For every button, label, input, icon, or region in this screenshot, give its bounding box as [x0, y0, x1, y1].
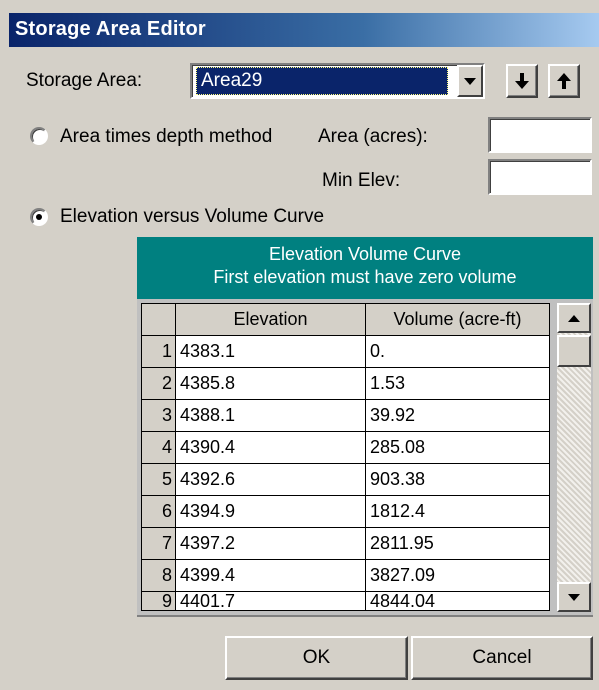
grid-title-line2: First elevation must have zero volume: [213, 267, 517, 287]
storage-area-label: Storage Area:: [26, 70, 143, 91]
row-number[interactable]: 6: [141, 495, 176, 528]
volume-cell[interactable]: 0.: [365, 335, 550, 368]
storage-area-selected: Area29: [196, 67, 448, 95]
elevation-cell[interactable]: 4388.1: [175, 399, 366, 432]
elevation-cell[interactable]: 4385.8: [175, 367, 366, 400]
row-number[interactable]: 9: [141, 591, 176, 611]
elevation-cell[interactable]: 4392.6: [175, 463, 366, 496]
scroll-down-button[interactable]: [557, 582, 591, 612]
grid-title: Elevation Volume Curve First elevation m…: [137, 237, 593, 299]
min-elev-label: Min Elev:: [322, 170, 401, 191]
corner-header: [141, 303, 176, 336]
elevation-cell[interactable]: 4399.4: [175, 559, 366, 592]
elevation-cell[interactable]: 4390.4: [175, 431, 366, 464]
elevation-volume-radio[interactable]: [30, 208, 48, 226]
table-row: 2 4385.8 1.53: [141, 367, 550, 400]
arrow-down-icon: [515, 73, 529, 89]
cancel-button[interactable]: Cancel: [411, 636, 593, 680]
data-table: Elevation Volume (acre-ft) 1 4383.1 0. 2 43…: [141, 303, 550, 611]
table-row: 1 4383.1 0.: [141, 335, 550, 368]
min-elev-input[interactable]: [488, 159, 592, 195]
elevation-cell[interactable]: 4394.9: [175, 495, 366, 528]
volume-cell[interactable]: 2811.95: [365, 527, 550, 560]
scroll-up-button[interactable]: [557, 303, 591, 333]
vertical-scrollbar[interactable]: [557, 303, 591, 612]
dropdown-button[interactable]: [457, 65, 483, 97]
area-acres-input[interactable]: [488, 117, 592, 153]
column-header-elevation: Elevation: [175, 303, 366, 336]
table-row: 5 4392.6 903.38: [141, 463, 550, 496]
table-row: 6 4394.9 1812.4: [141, 495, 550, 528]
ok-button[interactable]: OK: [225, 636, 408, 680]
area-depth-label: Area times depth method: [60, 126, 273, 147]
radio-selected-dot: [36, 214, 42, 220]
column-header-volume: Volume (acre-ft): [365, 303, 550, 336]
elevation-cell[interactable]: 4401.7: [175, 591, 366, 611]
volume-cell[interactable]: 3827.09: [365, 559, 550, 592]
row-number[interactable]: 4: [141, 431, 176, 464]
row-number[interactable]: 7: [141, 527, 176, 560]
table-row: 4 4390.4 285.08: [141, 431, 550, 464]
volume-cell[interactable]: 4844.04: [365, 591, 550, 611]
table-row: 8 4399.4 3827.09: [141, 559, 550, 592]
scroll-up-icon: [568, 314, 580, 322]
row-number[interactable]: 8: [141, 559, 176, 592]
volume-cell[interactable]: 903.38: [365, 463, 550, 496]
volume-cell[interactable]: 285.08: [365, 431, 550, 464]
row-number[interactable]: 3: [141, 399, 176, 432]
storage-area-dropdown[interactable]: Area29: [190, 63, 485, 99]
elevation-volume-grid: Elevation Volume (acre-ft) 1 4383.1 0. 2 43…: [137, 299, 593, 617]
grid-title-line1: Elevation Volume Curve: [268, 244, 462, 264]
volume-cell[interactable]: 1.53: [365, 367, 550, 400]
elevation-cell[interactable]: 4383.1: [175, 335, 366, 368]
move-up-button[interactable]: [548, 64, 580, 98]
scroll-down-icon: [568, 593, 580, 601]
elevation-cell[interactable]: 4397.2: [175, 527, 366, 560]
row-number[interactable]: 5: [141, 463, 176, 496]
window-title: Storage Area Editor: [9, 13, 599, 47]
ok-button-label: OK: [302, 647, 331, 668]
row-number[interactable]: 2: [141, 367, 176, 400]
row-number[interactable]: 1: [141, 335, 176, 368]
arrow-up-icon: [557, 73, 571, 89]
table-row: 9 4401.7 4844.04: [141, 591, 550, 611]
scroll-thumb[interactable]: [557, 335, 591, 367]
volume-cell[interactable]: 1812.4: [365, 495, 550, 528]
cancel-button-label: Cancel: [472, 647, 532, 668]
elevation-volume-label: Elevation versus Volume Curve: [60, 206, 325, 227]
volume-cell[interactable]: 39.92: [365, 399, 550, 432]
chevron-down-icon: [464, 77, 476, 85]
table-row: 7 4397.2 2811.95: [141, 527, 550, 560]
table-row: 3 4388.1 39.92: [141, 399, 550, 432]
area-acres-label: Area (acres):: [318, 126, 428, 147]
area-depth-radio[interactable]: [30, 127, 48, 145]
move-down-button[interactable]: [506, 64, 538, 98]
